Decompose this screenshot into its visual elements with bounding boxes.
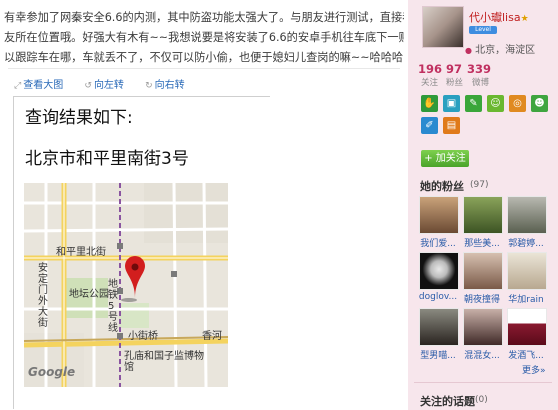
star-icon: ★ bbox=[520, 14, 529, 24]
user-location: ● 北京，海淀区 bbox=[465, 45, 536, 56]
stat-fans-label: 粉丝 bbox=[446, 78, 464, 88]
photo-icon[interactable]: ▣ bbox=[443, 95, 460, 112]
post-line-1: 有幸参加了网秦安全6.6的内测，其中防盗功能太强大了。与朋友进行测试，直接看到朋 bbox=[4, 11, 404, 24]
post-line-3: 以跟踪车在哪，车就丢不了，不仅可以防小偷，也便于媳妇儿查岗的嘛~~哈哈哈！ bbox=[4, 51, 404, 64]
divider bbox=[8, 68, 400, 69]
fan-name[interactable]: 混混女... bbox=[461, 348, 503, 361]
zoom-icon: ⤢ bbox=[14, 81, 22, 91]
stat-posts-label: 微博 bbox=[472, 78, 490, 88]
fan-name[interactable]: 型男喵... bbox=[417, 348, 459, 361]
rotate-right-button[interactable]: ↻ 向右转 bbox=[145, 80, 185, 91]
fan-name[interactable]: 发酒飞... bbox=[505, 348, 547, 361]
fan-avatar[interactable] bbox=[463, 196, 503, 234]
fan-avatar[interactable] bbox=[507, 196, 547, 234]
topics-count: (0) bbox=[475, 395, 488, 405]
vip-badge: Level bbox=[469, 26, 497, 34]
fan-name[interactable]: 我们爱... bbox=[417, 236, 459, 249]
main-column: 有幸参加了网秦安全6.6的内测，其中防盗功能太强大了。与朋友进行测试，直接看到朋… bbox=[0, 0, 408, 410]
rotate-left-button[interactable]: ↺ 向左转 bbox=[84, 80, 124, 91]
gallery-icon[interactable]: ▤ bbox=[443, 117, 460, 134]
fan-avatar[interactable] bbox=[419, 252, 459, 290]
map-label-ditan: 地坛公园 bbox=[69, 289, 109, 300]
rotate-right-icon: ↻ bbox=[145, 81, 153, 91]
post-image[interactable]: 查询结果如下: 北京市和平里南街3号 和平里北街 安定门外大街 地坛公园 地铁5… bbox=[13, 96, 270, 409]
rotate-left-icon: ↺ bbox=[84, 81, 92, 91]
fan-avatar[interactable] bbox=[463, 308, 503, 346]
divider bbox=[414, 382, 552, 383]
topics-title: 关注的话题 bbox=[420, 395, 475, 408]
result-heading: 查询结果如下: bbox=[25, 108, 133, 128]
fans-count: (97) bbox=[470, 180, 489, 190]
coin-icon[interactable]: ◎ bbox=[509, 95, 526, 112]
fans-title: 她的粉丝 bbox=[420, 180, 464, 193]
location-map: 和平里北街 安定门外大街 地坛公园 地铁5号线 小街桥 香河 孔庙和国子监博物馆… bbox=[24, 183, 228, 387]
fan-avatar[interactable] bbox=[463, 252, 503, 290]
follow-button[interactable]: + 加关注 bbox=[421, 150, 469, 167]
fan-name[interactable]: 华加rain bbox=[505, 292, 547, 305]
result-address: 北京市和平里南街3号 bbox=[25, 149, 189, 169]
post-text: 有幸参加了网秦安全6.6的内测，其中防盗功能太强大了。与朋友进行测试，直接看到朋… bbox=[4, 8, 404, 68]
map-label-xiaojieqiao: 小街桥 bbox=[128, 331, 158, 342]
user-name[interactable]: 代小瓛lisa★ bbox=[469, 9, 529, 25]
user-avatar[interactable] bbox=[422, 6, 464, 48]
fan-avatar[interactable] bbox=[419, 196, 459, 234]
map-label-andingmen: 安定门外大街 bbox=[38, 263, 48, 329]
map-label-museum: 孔庙和国子监博物馆 bbox=[124, 351, 204, 373]
edit-icon[interactable]: ✎ bbox=[465, 95, 482, 112]
stat-posts-value[interactable]: 339 bbox=[467, 62, 491, 76]
map-label-xiangyang: 香河 bbox=[202, 331, 222, 342]
map-label-heping-beijie: 和平里北街 bbox=[56, 247, 106, 258]
stat-following-label: 关注 bbox=[421, 78, 439, 88]
fan-avatar[interactable] bbox=[419, 308, 459, 346]
fan-name[interactable]: 郭碧婷... bbox=[505, 236, 547, 249]
map-label-line5: 地铁5号线 bbox=[108, 279, 118, 334]
game-icon[interactable]: ☺ bbox=[487, 95, 504, 112]
image-toolbar: ⤢ 查看大图 ↺ 向左转 ↻ 向右转 bbox=[14, 76, 203, 91]
note-icon[interactable]: ✐ bbox=[421, 117, 438, 134]
stat-fans-value[interactable]: 97 bbox=[446, 62, 462, 76]
google-logo: Google bbox=[28, 365, 76, 379]
fan-avatar[interactable] bbox=[507, 252, 547, 290]
stat-following-value[interactable]: 196 bbox=[418, 62, 442, 76]
fan-name[interactable]: 朝夜撞得 bbox=[461, 292, 503, 305]
fan-avatar[interactable] bbox=[507, 308, 547, 346]
fan-name[interactable]: 那些美... bbox=[461, 236, 503, 249]
more-fans-link[interactable]: 更多» bbox=[522, 363, 546, 376]
post-line-2: 友所在位置哦。好强大有木有~~我想说要是将安装了6.6的安卓手机往车底下一贴，就… bbox=[4, 31, 404, 44]
hand-icon[interactable]: ✋ bbox=[421, 95, 438, 112]
fan-name[interactable]: doglov... bbox=[417, 292, 459, 302]
pin-icon: ● bbox=[465, 46, 472, 55]
smile-icon[interactable]: ☻ bbox=[531, 95, 548, 112]
view-large-button[interactable]: ⤢ 查看大图 bbox=[14, 80, 63, 91]
